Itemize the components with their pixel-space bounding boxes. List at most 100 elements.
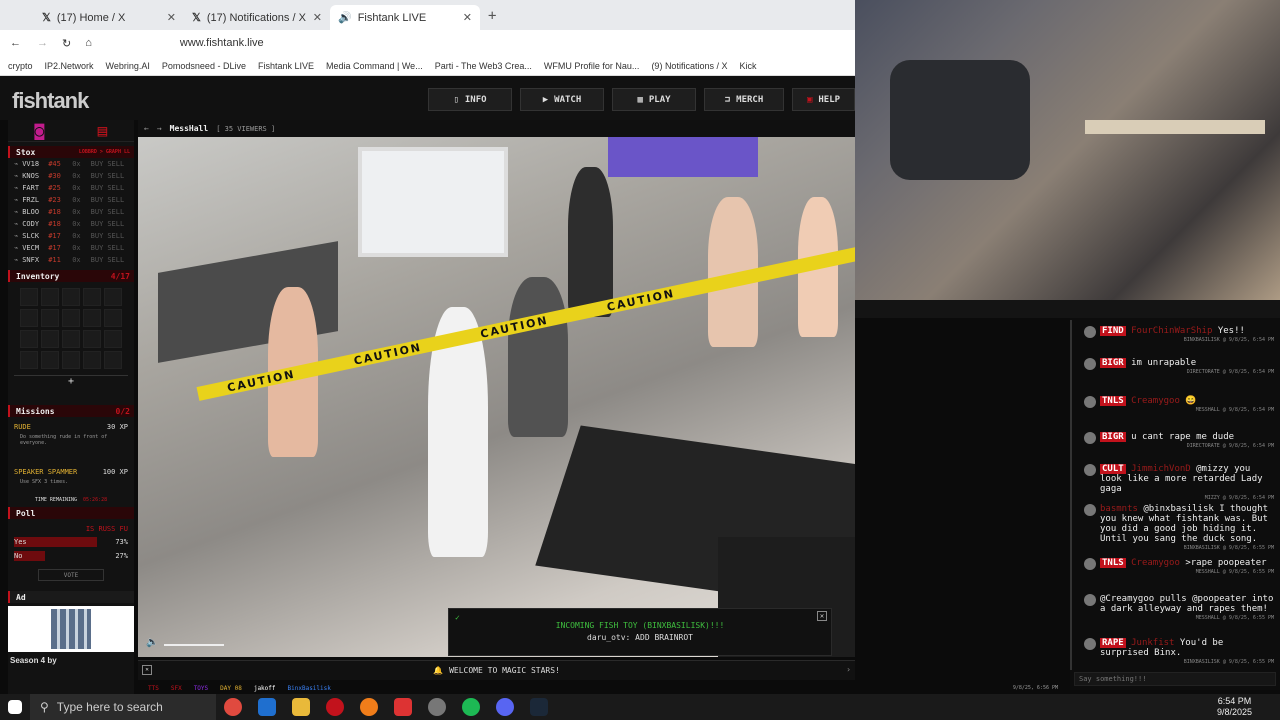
buy-button[interactable]: BUY <box>91 172 104 180</box>
close-icon[interactable]: ✕ <box>142 665 152 675</box>
bookmark[interactable]: Fishtank LIVE <box>258 61 314 71</box>
home-icon[interactable]: ⌂ <box>85 37 92 49</box>
avatar[interactable] <box>1084 432 1096 444</box>
strip-tab[interactable]: TOYS <box>194 685 208 692</box>
chrome-icon[interactable] <box>224 698 242 716</box>
buy-button[interactable]: BUY <box>91 232 104 240</box>
windows-start-icon[interactable] <box>8 700 22 714</box>
browser-tab[interactable]: 𝕏 (17) Notifications / X ✕ <box>184 5 330 30</box>
nav-merch-button[interactable]: ⊐ MERCH <box>704 88 784 111</box>
ad-image[interactable] <box>8 606 134 652</box>
inventory-slot[interactable] <box>20 351 38 369</box>
sell-button[interactable]: SELL <box>107 256 124 264</box>
inventory-slot[interactable] <box>20 330 38 348</box>
sell-button[interactable]: SELL <box>107 184 124 192</box>
browser-tab[interactable]: 𝕏 (17) Home / X ✕ <box>34 5 184 30</box>
inventory-slot[interactable] <box>104 288 122 306</box>
inventory-slot[interactable] <box>62 330 80 348</box>
taskbar-search[interactable]: ⚲ Type here to search <box>30 694 216 720</box>
poll-option[interactable]: Yes 73% <box>8 533 134 547</box>
inventory-slot[interactable] <box>20 309 38 327</box>
inventory-slot[interactable] <box>83 330 101 348</box>
inventory-slot[interactable] <box>20 288 38 306</box>
avatar[interactable] <box>1084 504 1096 516</box>
inventory-slot[interactable] <box>104 351 122 369</box>
settings-icon[interactable] <box>428 698 446 716</box>
forward-icon[interactable]: → <box>37 37 48 49</box>
browser-tab-active[interactable]: 🔊 Fishtank LIVE ✕ <box>330 5 480 30</box>
sell-button[interactable]: SELL <box>107 244 124 252</box>
next-room-icon[interactable]: → <box>157 124 162 133</box>
sell-button[interactable]: SELL <box>107 220 124 228</box>
inventory-slot[interactable] <box>62 288 80 306</box>
volume-icon[interactable]: 🔈 <box>146 637 158 648</box>
inventory-slot[interactable] <box>83 288 101 306</box>
profile-icon[interactable]: ◙ <box>35 121 45 140</box>
steam-icon[interactable] <box>530 698 548 716</box>
bookmark[interactable]: crypto <box>8 61 33 71</box>
chat-username[interactable]: FourChinWarShip <box>1131 326 1212 336</box>
bookmark[interactable]: (9) Notifications / X <box>651 61 727 71</box>
sell-button[interactable]: SELL <box>107 172 124 180</box>
buy-button[interactable]: BUY <box>91 184 104 192</box>
avatar[interactable] <box>1084 396 1096 408</box>
stox-links[interactable]: LOBBRD > GRAPH LL <box>79 149 130 155</box>
avatar[interactable] <box>1084 464 1096 476</box>
inventory-slot[interactable] <box>83 351 101 369</box>
buy-button[interactable]: BUY <box>91 208 104 216</box>
buy-button[interactable]: BUY <box>91 244 104 252</box>
chevron-right-icon[interactable]: › <box>846 665 851 674</box>
inventory-slot[interactable] <box>104 309 122 327</box>
chat-username[interactable]: basmnts <box>1100 504 1138 514</box>
opera-icon[interactable] <box>326 698 344 716</box>
strip-tab[interactable]: SFX <box>171 685 182 692</box>
bookmark[interactable]: WFMU Profile for Nau... <box>544 61 640 71</box>
bookmark[interactable]: Media Command | We... <box>326 61 423 71</box>
chat-scrollbar[interactable] <box>1070 320 1072 670</box>
inventory-slot[interactable] <box>41 309 59 327</box>
main-video-feed[interactable]: CAUTIONCAUTIONCAUTIONCAUTION 🔈 HQ <box>138 137 855 657</box>
nav-info-button[interactable]: ▯ INFO <box>428 88 512 111</box>
nav-help-button[interactable]: ▣ HELP <box>792 88 855 111</box>
close-icon[interactable]: ✕ <box>167 11 176 24</box>
buy-button[interactable]: BUY <box>91 160 104 168</box>
chat-username[interactable]: Creamygoo <box>1131 396 1180 406</box>
sell-button[interactable]: SELL <box>107 208 124 216</box>
app-icon[interactable] <box>394 698 412 716</box>
close-icon[interactable]: ✕ <box>817 611 827 621</box>
poll-option[interactable]: No 27% <box>8 547 134 561</box>
sell-button[interactable]: SELL <box>107 160 124 168</box>
avatar[interactable] <box>1084 594 1096 606</box>
reload-icon[interactable]: ↻ <box>62 37 71 50</box>
avatar[interactable] <box>1084 358 1096 370</box>
close-icon[interactable]: ✕ <box>313 11 322 24</box>
back-icon[interactable]: ← <box>10 37 21 49</box>
buy-button[interactable]: BUY <box>91 256 104 264</box>
taskbar-clock[interactable]: 6:54 PM 9/8/2025 <box>1217 696 1252 718</box>
inventory-slot[interactable] <box>83 309 101 327</box>
chat-username[interactable]: JimmichVonD <box>1131 464 1191 474</box>
outlook-icon[interactable] <box>258 698 276 716</box>
avatar[interactable] <box>1084 638 1096 650</box>
avatar[interactable] <box>1084 558 1096 570</box>
firefox-icon[interactable] <box>360 698 378 716</box>
bookmark[interactable]: Kick <box>739 61 756 71</box>
avatar[interactable] <box>1084 326 1096 338</box>
chat-input[interactable]: Say something!!! <box>1074 672 1276 686</box>
discord-icon[interactable] <box>496 698 514 716</box>
file-explorer-icon[interactable] <box>292 698 310 716</box>
store-icon[interactable]: ▤ <box>98 121 108 140</box>
spotify-icon[interactable] <box>462 698 480 716</box>
bookmark[interactable]: Webring.AI <box>106 61 150 71</box>
inventory-slot[interactable] <box>62 309 80 327</box>
chat-username[interactable]: Junkfist <box>1131 638 1174 648</box>
strip-tab[interactable]: TTS <box>148 685 159 692</box>
prev-room-icon[interactable]: ← <box>144 124 149 133</box>
buy-button[interactable]: BUY <box>91 220 104 228</box>
close-icon[interactable]: ✕ <box>463 11 472 24</box>
inventory-add-button[interactable]: + <box>14 375 128 387</box>
chat-username[interactable]: Creamygoo <box>1131 558 1180 568</box>
inventory-slot[interactable] <box>62 351 80 369</box>
bookmark[interactable]: IP2.Network <box>45 61 94 71</box>
inventory-slot[interactable] <box>41 330 59 348</box>
